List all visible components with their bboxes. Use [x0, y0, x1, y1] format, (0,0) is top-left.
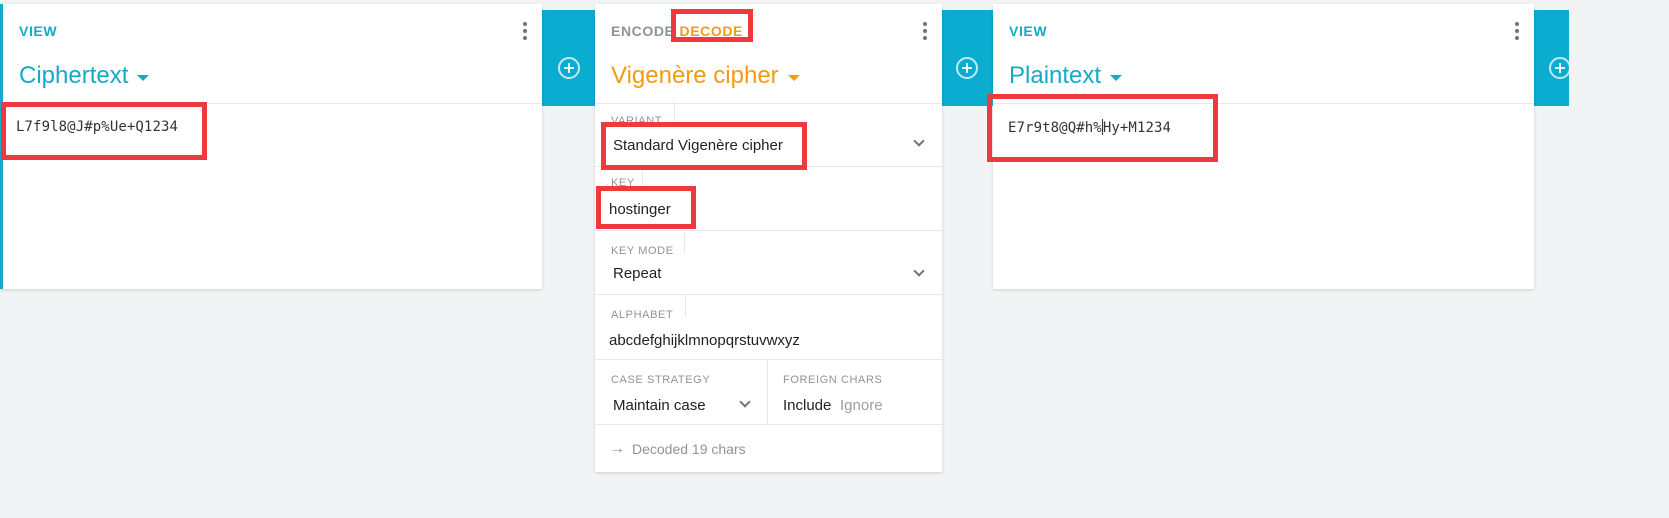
key-mode-label: KEY MODE [611, 245, 674, 257]
vigenere-card-header: ENCODE DECODE Vigenère cipher [595, 4, 942, 104]
plaintext-after-cursor: Hy+M1234 [1102, 120, 1172, 136]
status-text: Decoded 19 chars [632, 441, 746, 457]
variant-field[interactable]: VARIANT Standard Vigenère cipher [595, 101, 942, 167]
ciphertext-title-dropdown[interactable]: Ciphertext [19, 62, 150, 90]
column-divider [767, 360, 768, 425]
case-strategy-label: CASE STRATEGY [611, 374, 711, 386]
chevron-down-icon[interactable] [913, 265, 925, 277]
key-mode-select[interactable]: Repeat [613, 265, 661, 282]
chevron-down-icon[interactable] [913, 135, 925, 147]
ciphertext-card-header: VIEW Ciphertext [3, 4, 542, 104]
plaintext-text-area[interactable]: E7r9t8@Q#h%Hy+M1234 [1008, 119, 1171, 136]
key-label: KEY [611, 177, 635, 189]
add-circle-icon[interactable] [558, 57, 580, 79]
foreign-chars-label: FOREIGN CHARS [783, 374, 883, 386]
foreign-ignore-option[interactable]: Ignore [840, 397, 883, 414]
encode-tab[interactable]: ENCODE [611, 23, 675, 39]
label-divider [685, 295, 686, 317]
ciphertext-card: VIEW Ciphertext L7f9l8@J#p%Ue+Q1234 [0, 4, 542, 289]
caret-down-icon [1110, 74, 1123, 81]
add-circle-icon[interactable] [1549, 57, 1571, 79]
more-vertical-icon[interactable] [523, 22, 527, 40]
more-vertical-icon[interactable] [923, 22, 927, 40]
label-divider [684, 231, 685, 253]
operation-title-dropdown[interactable]: Vigenère cipher [611, 62, 800, 90]
ciphertext-title: Ciphertext [19, 62, 129, 89]
more-vertical-icon[interactable] [1515, 22, 1519, 40]
variant-label: VARIANT [611, 115, 663, 127]
view-mode-label[interactable]: VIEW [19, 23, 57, 39]
key-mode-field[interactable]: KEY MODE Repeat [595, 231, 942, 295]
caret-down-icon [787, 74, 800, 81]
status-row: → Decoded 19 chars [609, 440, 746, 458]
plaintext-title-dropdown[interactable]: Plaintext [1009, 62, 1123, 90]
case-strategy-select[interactable]: Maintain case [613, 397, 706, 414]
caret-down-icon [137, 74, 150, 81]
view-mode-label[interactable]: VIEW [1009, 23, 1047, 39]
plaintext-before-cursor: E7r9t8@Q#h% [1008, 120, 1102, 136]
alphabet-input[interactable]: abcdefghijklmnopqrstuvwxyz [609, 332, 800, 349]
add-operation-strip-2[interactable] [939, 10, 995, 106]
vigenere-card: ENCODE DECODE Vigenère cipher VARIANT St… [595, 4, 942, 472]
case-foreign-row: CASE STRATEGY Maintain case FOREIGN CHAR… [595, 360, 942, 425]
chevron-down-icon[interactable] [739, 396, 751, 408]
label-divider [642, 167, 643, 189]
alphabet-field[interactable]: ALPHABET abcdefghijklmnopqrstuvwxyz [595, 295, 942, 360]
alphabet-label: ALPHABET [611, 309, 674, 321]
decode-tab[interactable]: DECODE [680, 23, 744, 39]
plaintext-title: Plaintext [1009, 62, 1102, 89]
foreign-include-option[interactable]: Include [783, 397, 831, 414]
variant-select[interactable]: Standard Vigenère cipher [613, 137, 783, 154]
operation-title: Vigenère cipher [611, 62, 779, 89]
ciphertext-text-area[interactable]: L7f9l8@J#p%Ue+Q1234 [16, 119, 178, 135]
arrow-right-icon: → [609, 440, 625, 457]
key-field[interactable]: KEY hostinger [595, 167, 942, 231]
plaintext-card: VIEW Plaintext E7r9t8@Q#h%Hy+M1234 [993, 4, 1534, 289]
plaintext-card-header: VIEW Plaintext [993, 4, 1534, 104]
mode-row: VIEW [1009, 23, 1047, 39]
add-circle-icon[interactable] [956, 57, 978, 79]
encode-decode-toggle: ENCODE DECODE [611, 23, 743, 39]
key-input[interactable]: hostinger [609, 201, 671, 218]
add-operation-strip-3[interactable] [1533, 10, 1571, 106]
add-operation-strip-1[interactable] [541, 10, 597, 106]
mode-row: VIEW [19, 23, 57, 39]
label-divider [674, 101, 675, 123]
